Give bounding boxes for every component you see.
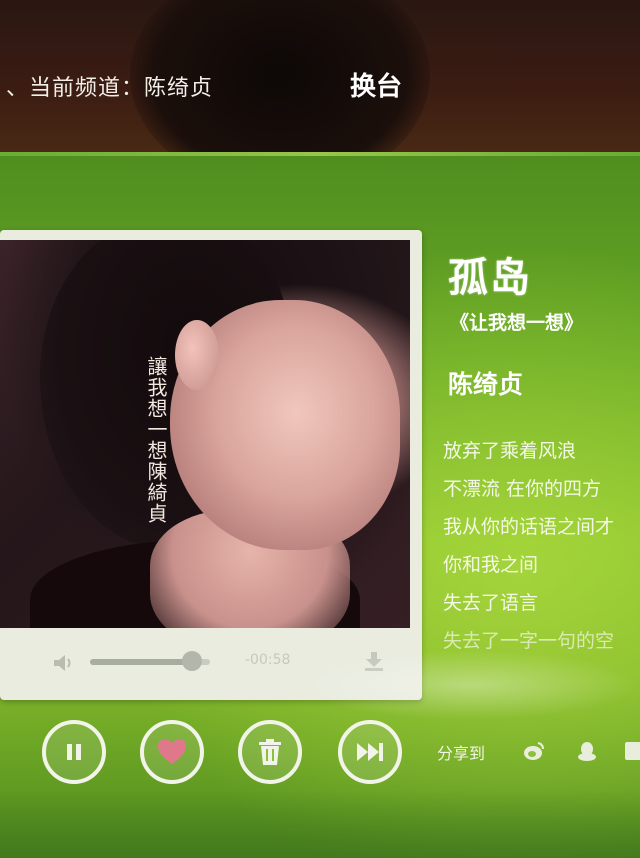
- lyric-line: 你和我之间: [443, 554, 539, 576]
- song-title: 孤岛: [448, 255, 532, 301]
- remaining-time: -00:58: [245, 652, 291, 668]
- current-channel-label: 、当前频道：陈绮贞: [6, 76, 214, 101]
- lyric-line: 我从你的话语之间才: [443, 516, 615, 538]
- artist-name: 陈绮贞: [448, 370, 524, 399]
- cover-ear: [175, 320, 219, 390]
- panel-edge: [0, 152, 640, 156]
- heart-icon: [158, 739, 186, 764]
- album-cover-image: 讓我想一想陳綺貞: [0, 240, 410, 628]
- lyric-line: 放弃了乘着风浪: [443, 440, 577, 462]
- renren-icon[interactable]: [624, 740, 640, 762]
- pause-icon: [67, 744, 81, 760]
- like-button[interactable]: [140, 720, 204, 784]
- lyric-line: 不漂流 在你的四方: [443, 478, 602, 500]
- speaker-icon[interactable]: [52, 653, 76, 673]
- pause-button[interactable]: [42, 720, 106, 784]
- lyric-line: 失去了语言: [443, 592, 539, 614]
- qq-icon[interactable]: [576, 740, 598, 762]
- volume-slider-fill: [90, 659, 192, 665]
- trash-icon: [259, 739, 281, 765]
- volume-slider-knob[interactable]: [182, 651, 202, 671]
- cover-title-text: 讓我想一想陳綺貞: [144, 356, 168, 524]
- weibo-icon[interactable]: [523, 740, 545, 762]
- bottom-blur: [0, 790, 640, 858]
- lyrics-panel: 放弃了乘着风浪 不漂流 在你的四方 我从你的话语之间才 你和我之间 失去了语言 …: [443, 438, 640, 666]
- next-track-icon: [357, 743, 383, 761]
- album-name: 《让我想一想》: [450, 312, 584, 334]
- screen-glare: [300, 650, 640, 720]
- switch-channel-button[interactable]: 换台: [350, 66, 402, 103]
- next-track-button[interactable]: [338, 720, 402, 784]
- share-label: 分享到: [437, 744, 486, 763]
- delete-button[interactable]: [238, 720, 302, 784]
